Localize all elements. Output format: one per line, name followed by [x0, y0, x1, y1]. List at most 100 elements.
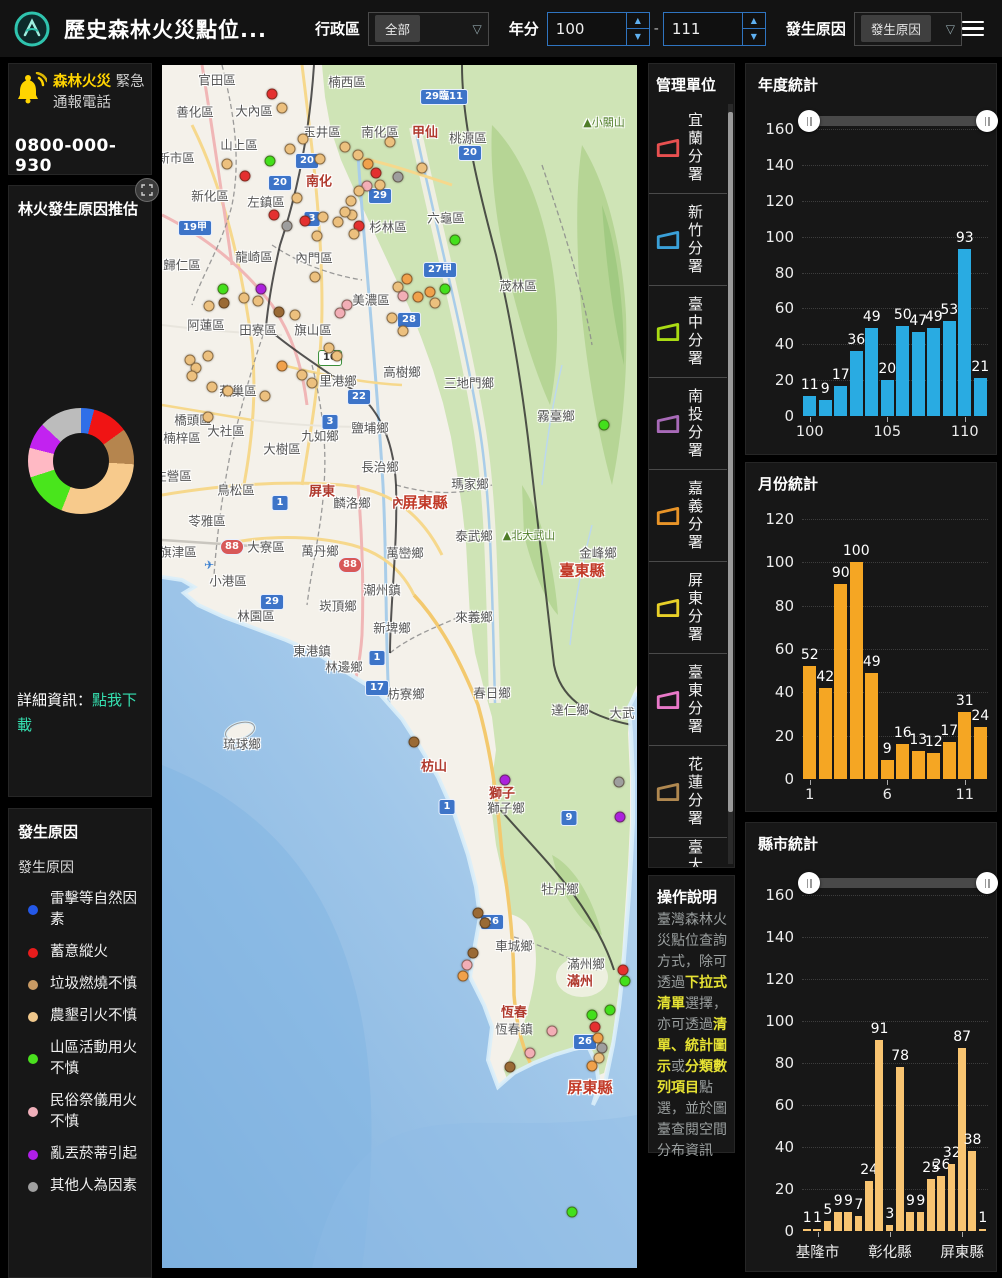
fire-marker[interactable]	[239, 293, 250, 304]
bar[interactable]	[813, 1229, 821, 1231]
bar[interactable]	[958, 1048, 966, 1231]
fire-marker[interactable]	[409, 737, 420, 748]
fire-marker[interactable]	[385, 137, 396, 148]
legend-item[interactable]: 蓄意縱火	[18, 942, 145, 963]
fire-marker[interactable]	[480, 918, 491, 929]
bar[interactable]	[927, 1179, 935, 1232]
bar[interactable]	[979, 1229, 987, 1231]
bar[interactable]	[819, 688, 832, 779]
bar[interactable]	[958, 712, 971, 779]
bar[interactable]	[865, 1181, 873, 1231]
bar[interactable]	[974, 378, 987, 416]
management-unit-item[interactable]: 嘉義分署	[649, 470, 727, 562]
bar[interactable]	[850, 351, 863, 416]
fire-marker[interactable]	[458, 971, 469, 982]
fire-marker[interactable]	[335, 308, 346, 319]
fire-marker[interactable]	[618, 965, 629, 976]
bar[interactable]	[958, 249, 971, 416]
fire-marker[interactable]	[223, 386, 234, 397]
year-to-input[interactable]: 111 ▲ ▼	[663, 12, 766, 46]
bar[interactable]	[803, 396, 816, 416]
management-unit-item[interactable]: 新竹分署	[649, 194, 727, 286]
bar[interactable]	[943, 321, 956, 416]
legend-item[interactable]: 亂丟菸蒂引起	[18, 1144, 145, 1165]
fire-marker[interactable]	[590, 1022, 601, 1033]
bar[interactable]	[886, 1225, 894, 1231]
fire-marker[interactable]	[315, 154, 326, 165]
range-slider-handle-left[interactable]	[798, 110, 820, 132]
fire-marker[interactable]	[219, 298, 230, 309]
management-unit-item[interactable]: 臺東分署	[649, 654, 727, 746]
fire-marker[interactable]	[269, 210, 280, 221]
fire-marker[interactable]	[204, 301, 215, 312]
spinner-down-icon[interactable]: ▼	[743, 28, 765, 45]
legend-item[interactable]: 垃圾燃燒不慎	[18, 974, 145, 995]
bar[interactable]	[917, 1212, 925, 1231]
map-canvas[interactable]: 官田區楠西區大內區玉井區南化區甲仙桃源區▲小關山善化區山上區新市區南化新化區左鎮…	[162, 65, 637, 1268]
menu-hamburger-icon[interactable]	[962, 21, 984, 37]
fire-marker[interactable]	[462, 960, 473, 971]
bar[interactable]	[850, 562, 863, 779]
range-slider-handle-left[interactable]	[798, 872, 820, 894]
bar[interactable]	[803, 1229, 811, 1231]
fire-marker[interactable]	[387, 313, 398, 324]
fire-marker[interactable]	[267, 89, 278, 100]
fire-marker[interactable]	[398, 326, 409, 337]
fire-marker[interactable]	[285, 144, 296, 155]
fire-marker[interactable]	[587, 1010, 598, 1021]
fire-marker[interactable]	[282, 221, 293, 232]
fire-marker[interactable]	[620, 976, 631, 987]
fire-marker[interactable]	[265, 156, 276, 167]
fire-marker[interactable]	[440, 284, 451, 295]
legend-item[interactable]: 山區活動用火不慎	[18, 1038, 145, 1080]
year-from-value[interactable]: 100	[548, 13, 626, 45]
fire-marker[interactable]	[473, 908, 484, 919]
fire-marker[interactable]	[567, 1207, 578, 1218]
bar[interactable]	[948, 1164, 956, 1231]
bar[interactable]	[927, 753, 940, 779]
bar[interactable]	[912, 751, 925, 779]
fire-marker[interactable]	[307, 378, 318, 389]
fire-marker[interactable]	[402, 274, 413, 285]
legend-item[interactable]: 民俗祭儀用火不慎	[18, 1091, 145, 1133]
bar[interactable]	[834, 1212, 842, 1231]
bar[interactable]	[855, 1216, 863, 1231]
fire-marker[interactable]	[297, 370, 308, 381]
bar[interactable]	[819, 400, 832, 416]
bar[interactable]	[896, 1067, 904, 1231]
fire-marker[interactable]	[203, 412, 214, 423]
bar[interactable]	[844, 1212, 852, 1231]
bar[interactable]	[881, 380, 894, 416]
fire-marker[interactable]	[450, 235, 461, 246]
fire-marker[interactable]	[371, 168, 382, 179]
bar[interactable]	[834, 584, 847, 779]
bar[interactable]	[896, 744, 909, 779]
cause-select[interactable]: 發生原因 ▽	[854, 12, 962, 46]
bar[interactable]	[906, 1212, 914, 1231]
fire-marker[interactable]	[349, 229, 360, 240]
fire-marker[interactable]	[318, 212, 329, 223]
management-unit-item[interactable]: 花蓮分署	[649, 746, 727, 838]
fire-marker[interactable]	[398, 291, 409, 302]
bar[interactable]	[896, 326, 909, 416]
fire-marker[interactable]	[547, 1026, 558, 1037]
fire-marker[interactable]	[203, 351, 214, 362]
fire-marker[interactable]	[393, 172, 404, 183]
legend-item[interactable]: 其他人為因素	[18, 1176, 145, 1197]
fire-marker[interactable]	[599, 420, 610, 431]
fire-marker[interactable]	[413, 292, 424, 303]
bar[interactable]	[943, 742, 956, 779]
bar[interactable]	[968, 1151, 976, 1231]
fire-marker[interactable]	[353, 150, 364, 161]
fire-marker[interactable]	[614, 777, 625, 788]
range-slider-handle-right[interactable]	[976, 110, 998, 132]
year-from-input[interactable]: 100 ▲ ▼	[547, 12, 650, 46]
range-slider-track[interactable]	[798, 878, 998, 888]
fire-marker[interactable]	[332, 351, 343, 362]
fire-marker[interactable]	[260, 391, 271, 402]
management-unit-item[interactable]: 宜蘭分署	[649, 102, 727, 194]
fire-marker[interactable]	[274, 307, 285, 318]
fire-marker[interactable]	[218, 284, 229, 295]
bar[interactable]	[974, 727, 987, 779]
district-select[interactable]: 全部 ▽	[368, 12, 489, 46]
